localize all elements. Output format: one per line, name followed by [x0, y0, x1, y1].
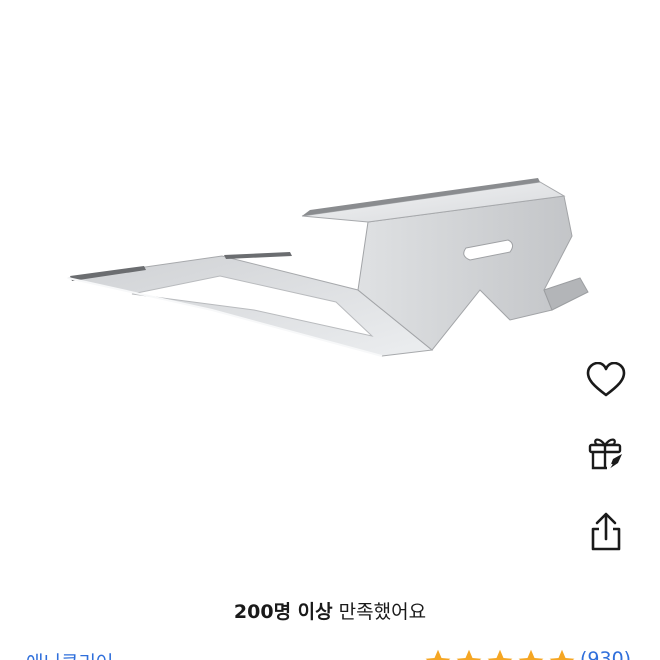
satisfaction-count: 200명 이상: [233, 601, 333, 623]
product-image: [67, 178, 589, 357]
seller-rating-row: 애니클리어 (930): [0, 646, 660, 660]
star-icon: [456, 649, 482, 660]
review-count-link[interactable]: (930): [580, 648, 631, 660]
heart-icon: [586, 362, 626, 397]
satisfaction-summary: 200명 이상 만족했어요: [0, 598, 660, 626]
star-icon: [518, 649, 544, 660]
seller-link[interactable]: 애니클리어: [26, 648, 113, 660]
product-detail-screen: 200명 이상 만족했어요 애니클리어 (930): [0, 0, 660, 660]
star-icon: [487, 649, 513, 660]
satisfaction-text: 만족했어요: [332, 601, 427, 623]
star-icon: [549, 649, 575, 660]
wishlist-button[interactable]: [578, 352, 634, 408]
share-button[interactable]: [578, 504, 634, 560]
star-icon: [425, 649, 451, 660]
gift-icon: [588, 438, 622, 470]
share-icon: [591, 512, 621, 551]
gift-button[interactable]: [578, 424, 634, 480]
rating-stars[interactable]: [424, 648, 576, 660]
